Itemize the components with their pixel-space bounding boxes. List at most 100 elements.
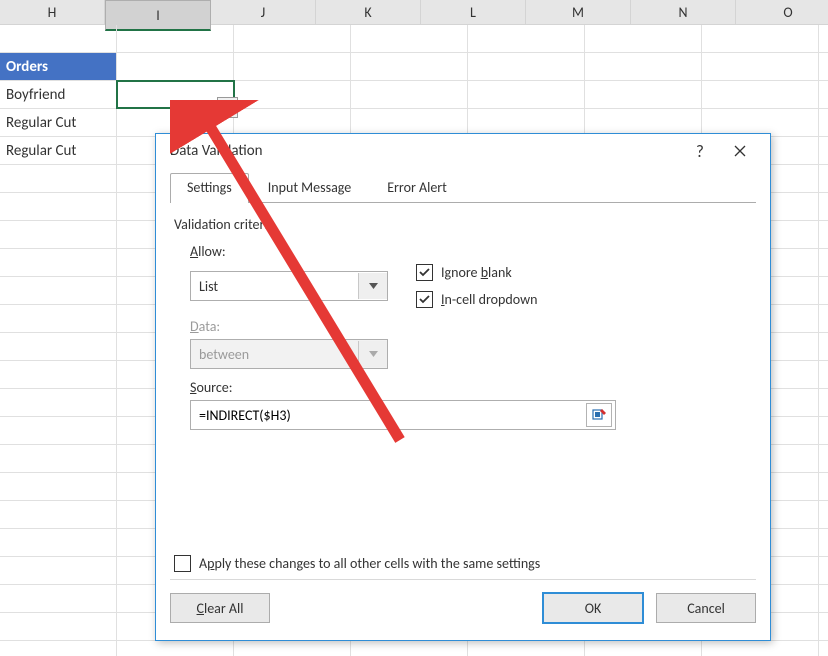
cell[interactable] (819, 585, 828, 612)
cell[interactable] (0, 221, 117, 248)
incell-dropdown-checkbox[interactable]: In-cell dropdown (416, 291, 537, 308)
cell[interactable] (819, 613, 828, 640)
tab-settings[interactable]: Settings (170, 173, 249, 203)
cell[interactable] (351, 109, 468, 136)
cell[interactable] (585, 53, 702, 80)
cell[interactable] (351, 25, 468, 52)
col-header-H[interactable]: H (0, 0, 105, 24)
cell[interactable] (0, 501, 117, 528)
cell[interactable] (819, 641, 828, 656)
cell[interactable] (0, 557, 117, 584)
cell[interactable] (819, 165, 828, 192)
col-header-O[interactable]: O (736, 0, 828, 24)
apply-all-checkbox[interactable]: Apply these changes to all other cells w… (174, 555, 540, 572)
dialog-body: Validation criteria Allow: List Ignore b… (170, 204, 756, 580)
cell[interactable] (819, 249, 828, 276)
ignore-blank-label: Ignore blank (441, 264, 512, 281)
cell[interactable] (819, 529, 828, 556)
cell[interactable] (819, 193, 828, 220)
cell[interactable] (819, 53, 828, 80)
cell[interactable]: Boyfriend (0, 81, 117, 108)
cell[interactable] (0, 529, 117, 556)
cell[interactable] (0, 417, 117, 444)
help-button[interactable]: ? (680, 141, 720, 162)
tab-input-message[interactable]: Input Message (251, 173, 368, 203)
cell[interactable] (0, 249, 117, 276)
col-header-J[interactable]: J (211, 0, 316, 24)
cell[interactable] (351, 53, 468, 80)
cell[interactable] (819, 361, 828, 388)
range-picker-button[interactable] (586, 403, 612, 427)
cell[interactable] (117, 53, 234, 80)
cell[interactable] (234, 109, 351, 136)
cell[interactable] (468, 81, 585, 108)
cell[interactable] (819, 305, 828, 332)
cell[interactable] (468, 109, 585, 136)
cell[interactable] (702, 25, 819, 52)
col-header-N[interactable]: N (631, 0, 736, 24)
cell[interactable] (0, 305, 117, 332)
cell[interactable] (819, 389, 828, 416)
col-header-M[interactable]: M (526, 0, 631, 24)
cell[interactable] (819, 221, 828, 248)
cell[interactable] (117, 641, 234, 656)
dialog-titlebar[interactable]: Data Validation ? (156, 134, 770, 168)
cell[interactable] (702, 641, 819, 656)
cell[interactable] (468, 641, 585, 656)
cell[interactable] (819, 81, 828, 108)
cell[interactable]: Regular Cut (0, 137, 117, 164)
cell[interactable] (0, 613, 117, 640)
cell[interactable] (351, 641, 468, 656)
cell[interactable]: Regular Cut (0, 109, 117, 136)
cell[interactable] (585, 25, 702, 52)
cell[interactable] (234, 641, 351, 656)
cell[interactable] (819, 137, 828, 164)
cell[interactable] (819, 109, 828, 136)
cell[interactable] (234, 25, 351, 52)
cell[interactable] (234, 53, 351, 80)
cell[interactable] (819, 473, 828, 500)
cell[interactable] (0, 333, 117, 360)
cell[interactable] (702, 81, 819, 108)
cell[interactable] (585, 641, 702, 656)
cell[interactable] (819, 25, 828, 52)
tab-error-alert[interactable]: Error Alert (370, 173, 464, 203)
col-header-L[interactable]: L (421, 0, 526, 24)
cancel-button[interactable]: Cancel (656, 593, 756, 623)
cell[interactable] (0, 277, 117, 304)
cell[interactable] (234, 81, 351, 108)
source-input[interactable] (191, 407, 586, 424)
cell[interactable] (0, 361, 117, 388)
allow-dropdown[interactable]: List (190, 271, 388, 301)
cell[interactable] (819, 445, 828, 472)
cell[interactable] (585, 109, 702, 136)
cell[interactable] (585, 81, 702, 108)
cell[interactable] (819, 501, 828, 528)
col-header-K[interactable]: K (316, 0, 421, 24)
cell[interactable] (0, 585, 117, 612)
cell[interactable] (819, 557, 828, 584)
cell[interactable] (0, 641, 117, 656)
cell[interactable] (702, 109, 819, 136)
cell[interactable] (0, 25, 117, 52)
cell[interactable] (351, 81, 468, 108)
cell[interactable] (0, 445, 117, 472)
cell[interactable] (0, 165, 117, 192)
cell[interactable] (0, 193, 117, 220)
cell-orders-header[interactable]: Orders (0, 53, 117, 80)
cell[interactable] (0, 473, 117, 500)
cell[interactable] (117, 25, 234, 52)
cell[interactable] (0, 389, 117, 416)
cell-dropdown-button[interactable] (217, 97, 238, 118)
ignore-blank-checkbox[interactable]: Ignore blank (416, 264, 537, 281)
cell[interactable] (702, 53, 819, 80)
close-button[interactable] (720, 136, 760, 166)
clear-all-button[interactable]: Clear All (170, 593, 270, 623)
ok-button[interactable]: OK (542, 592, 644, 624)
cell[interactable] (819, 333, 828, 360)
cell[interactable] (819, 417, 828, 444)
allow-value: List (191, 278, 358, 295)
cell[interactable] (468, 53, 585, 80)
cell[interactable] (819, 277, 828, 304)
cell[interactable] (468, 25, 585, 52)
